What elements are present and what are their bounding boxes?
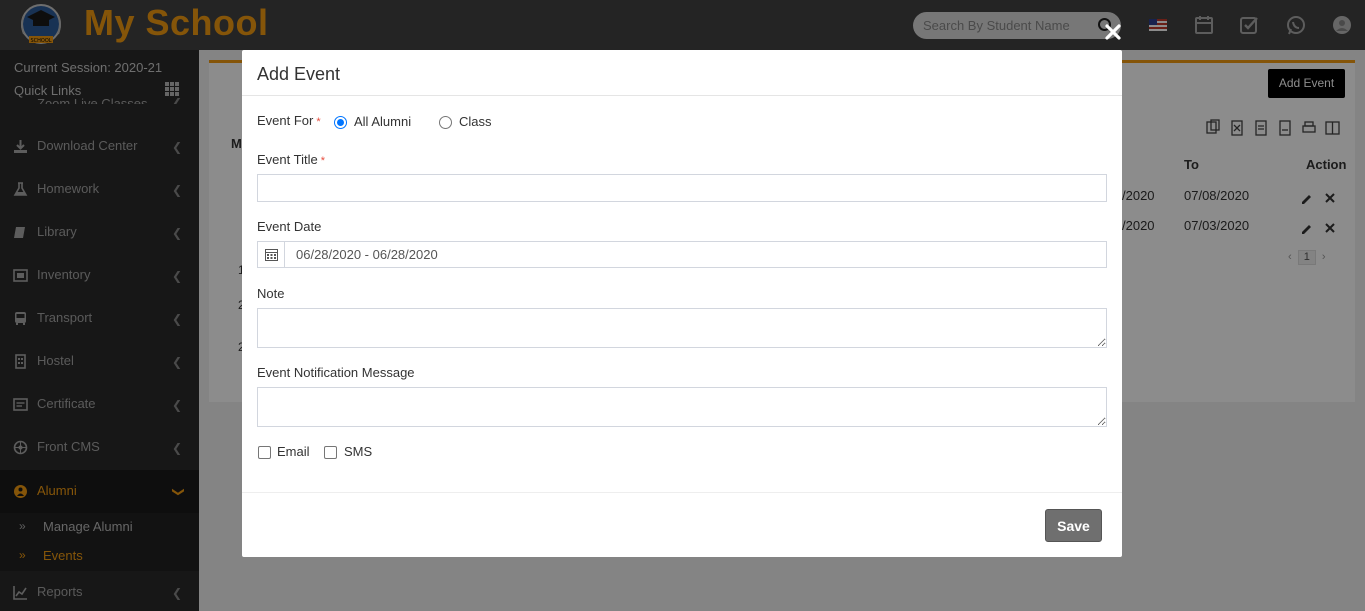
notification-message-label: Event Notification Message — [257, 365, 415, 380]
note-textarea[interactable] — [257, 308, 1107, 348]
event-for-label: Event For * — [257, 113, 321, 128]
event-date-value: 06/28/2020 - 06/28/2020 — [296, 247, 438, 262]
radio-all-alumni-label[interactable]: All Alumni — [354, 114, 411, 129]
add-event-modal: Add Event Event For * All Alumni Class Ev… — [242, 50, 1122, 557]
sms-checkbox[interactable] — [324, 446, 337, 459]
radio-class-label[interactable]: Class — [459, 114, 492, 129]
modal-header-divider — [242, 95, 1122, 96]
email-checkbox[interactable] — [258, 446, 271, 459]
event-title-label: Event Title * — [257, 152, 325, 167]
notification-message-textarea[interactable] — [257, 387, 1107, 427]
date-addon — [258, 242, 285, 267]
save-button[interactable]: Save — [1045, 509, 1102, 542]
radio-class[interactable] — [439, 116, 452, 129]
event-title-input[interactable] — [257, 174, 1107, 202]
email-checkbox-label[interactable]: Email — [277, 444, 310, 459]
radio-all-alumni[interactable] — [334, 116, 347, 129]
calendar-icon — [265, 249, 278, 261]
modal-title: Add Event — [257, 64, 341, 84]
close-icon[interactable] — [1103, 22, 1123, 42]
modal-footer-divider — [242, 492, 1122, 493]
note-label: Note — [257, 286, 285, 301]
event-date-label: Event Date — [257, 219, 322, 234]
sms-checkbox-label[interactable]: SMS — [344, 444, 372, 459]
event-date-range-field[interactable]: 06/28/2020 - 06/28/2020 — [257, 241, 1107, 268]
